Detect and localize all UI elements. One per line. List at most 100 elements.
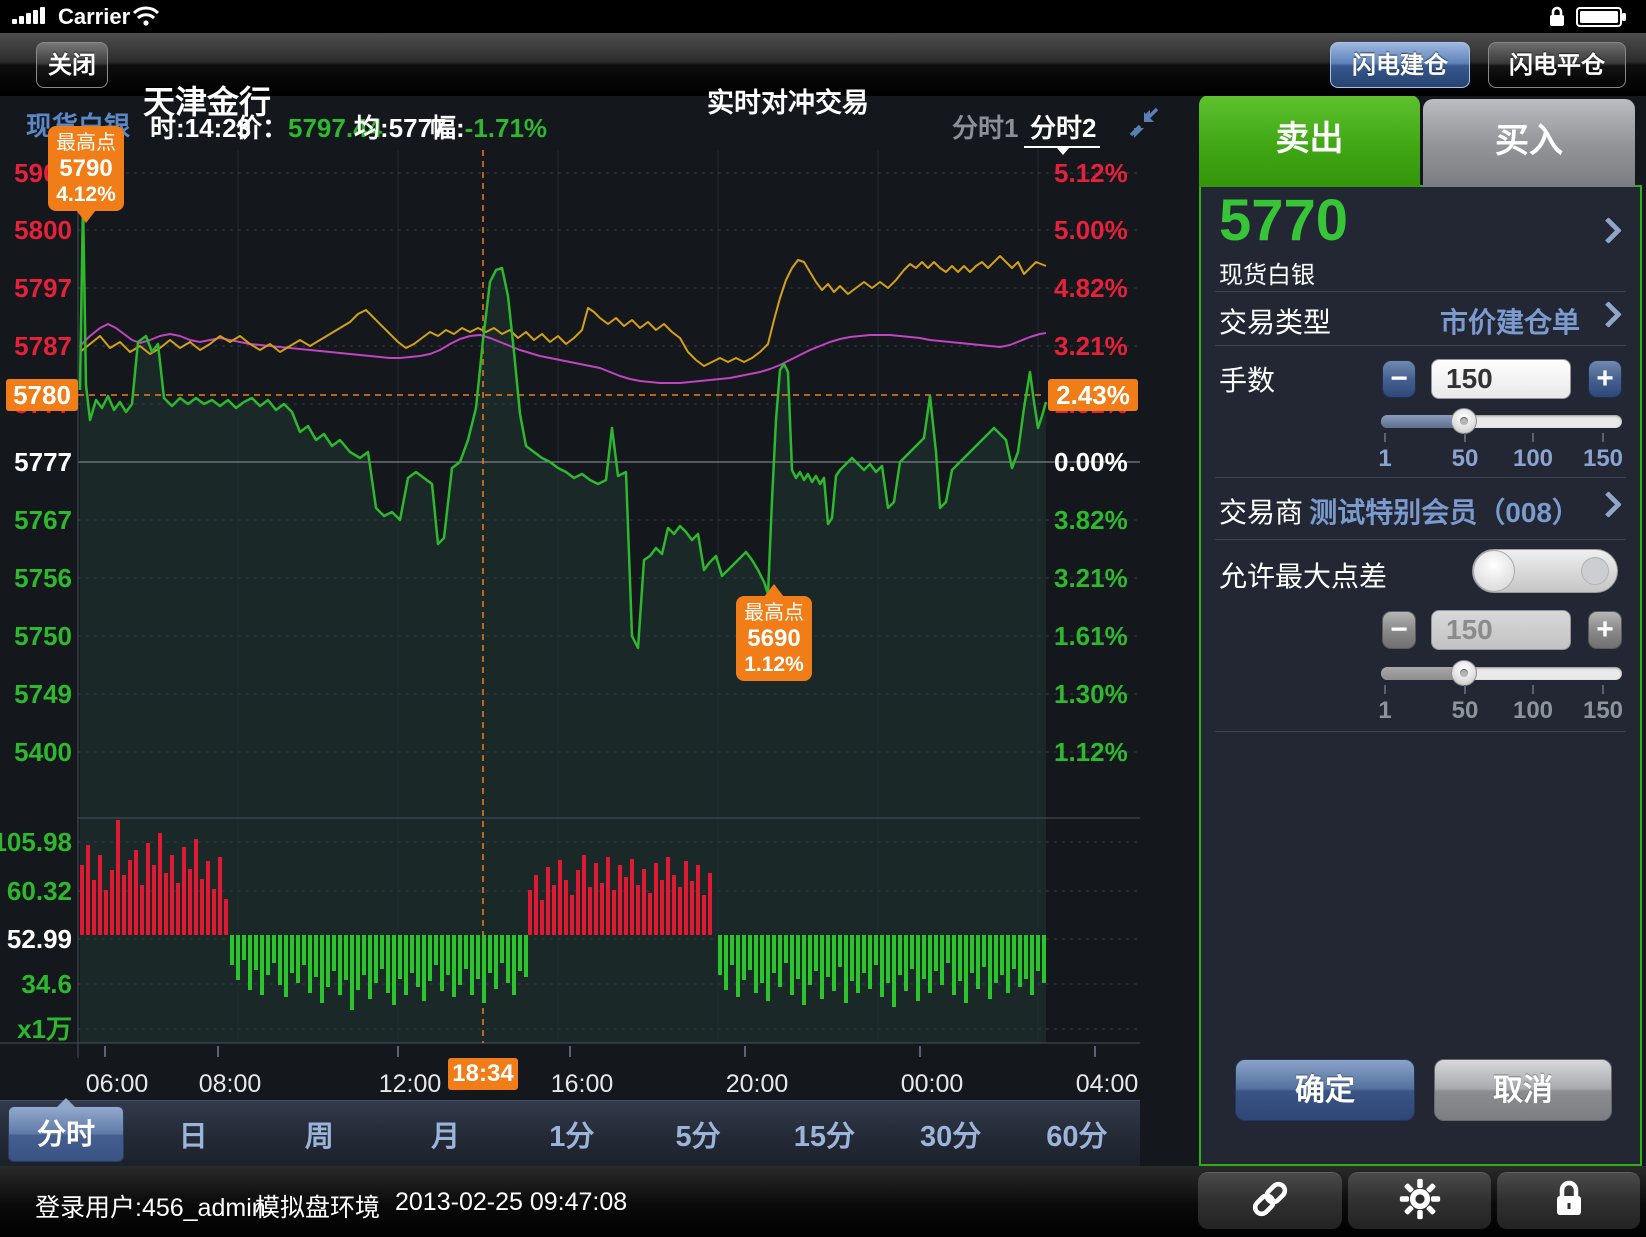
spread-minus-button[interactable]: − <box>1382 611 1416 649</box>
spread-slider-ticks: 150100150 <box>1381 685 1622 725</box>
flash-close-position-button[interactable]: 闪电平仓 <box>1488 42 1626 88</box>
quote-range: 幅:-1.71% <box>430 108 547 145</box>
carrier-label: Carrier <box>58 4 130 30</box>
quote-range-label: 幅: <box>430 113 465 143</box>
slider-tick-label: 50 <box>1452 445 1479 473</box>
current-price-badge: 5780 <box>6 379 78 411</box>
signal-bars-icon <box>12 8 52 26</box>
wifi-icon <box>133 5 159 32</box>
cancel-button[interactable]: 取消 <box>1434 1059 1612 1121</box>
spread-slider[interactable] <box>1381 667 1622 680</box>
lots-minus-button[interactable]: − <box>1382 360 1416 398</box>
footer-bar: 登录用户:456_admin 模拟盘环境 2013-02-25 09:47:08 <box>0 1166 1646 1237</box>
tab-buy[interactable]: 买入 <box>1423 99 1635 187</box>
slider-tick-label: 100 <box>1513 445 1553 473</box>
callout-percent: 4.12% <box>52 183 120 207</box>
callout-label: 最高点 <box>740 602 808 625</box>
tab-minute-chart-2[interactable]: 分时2 <box>1030 108 1096 145</box>
chevron-right-icon[interactable] <box>1595 217 1622 244</box>
period-tab-1分[interactable]: 1分 <box>509 1113 635 1155</box>
settings-button[interactable] <box>1348 1172 1491 1229</box>
divider <box>1215 731 1626 732</box>
low-point-callout: 最高点 5690 1.12% <box>736 596 812 681</box>
slider-tick <box>1532 433 1534 442</box>
svg-text:60.32: 60.32 <box>7 876 72 906</box>
page-title: 实时对冲交易 <box>688 81 888 120</box>
chevron-right-icon[interactable] <box>1595 491 1622 518</box>
period-tab-30分[interactable]: 30分 <box>888 1113 1014 1155</box>
spread-plus-button[interactable]: + <box>1588 611 1622 649</box>
slider-tick <box>1532 685 1534 694</box>
slider-knob[interactable] <box>1451 660 1477 686</box>
svg-text:5.12%: 5.12% <box>1054 158 1128 188</box>
svg-text:08:00: 08:00 <box>199 1070 262 1098</box>
trade-panel-body: 5770 现货白银 交易类型 市价建仓单 手数 − + 150100150 交易… <box>1199 185 1642 1166</box>
period-tab-月[interactable]: 月 <box>383 1113 509 1155</box>
toggle-dot <box>1581 557 1609 585</box>
tab-minute-chart-1[interactable]: 分时1 <box>952 108 1018 145</box>
datetime-label: 2013-02-25 09:47:08 <box>395 1188 627 1217</box>
svg-text:1.30%: 1.30% <box>1054 679 1128 709</box>
slider-tick-label: 1 <box>1378 445 1391 473</box>
logged-in-user: 登录用户:456_admin <box>35 1188 266 1224</box>
period-tab-周[interactable]: 周 <box>256 1113 382 1155</box>
max-spread-label: 允许最大点差 <box>1219 555 1387 595</box>
divider <box>1215 291 1626 292</box>
tab-sell[interactable]: 卖出 <box>1199 95 1420 187</box>
chevron-right-icon[interactable] <box>1595 301 1622 328</box>
broker-value[interactable]: 测试特别会员（008） <box>1309 491 1580 531</box>
order-instrument: 现货白银 <box>1219 255 1315 290</box>
divider <box>1215 345 1626 346</box>
period-tab-日[interactable]: 日 <box>130 1113 256 1155</box>
slider-tick-label: 150 <box>1583 445 1623 473</box>
toggle-knob[interactable] <box>1473 550 1515 592</box>
order-price: 5770 <box>1219 187 1348 254</box>
svg-text:5797: 5797 <box>14 273 72 303</box>
svg-text:x1万: x1万 <box>17 1014 72 1044</box>
svg-text:3.82%: 3.82% <box>1054 505 1128 535</box>
svg-text:5787: 5787 <box>14 331 72 361</box>
period-tab-5分[interactable]: 5分 <box>635 1113 761 1155</box>
period-tab-15分[interactable]: 15分 <box>761 1113 887 1155</box>
slider-tick <box>1464 685 1466 694</box>
active-tab-underline <box>1024 146 1100 148</box>
svg-text:4.82%: 4.82% <box>1054 273 1128 303</box>
lots-plus-button[interactable]: + <box>1588 360 1622 398</box>
app-title: 天津金行 <box>143 77 271 123</box>
period-tab-60分[interactable]: 60分 <box>1014 1113 1140 1155</box>
lock-icon <box>1548 6 1566 33</box>
svg-text:16:00: 16:00 <box>551 1070 614 1098</box>
slider-tick <box>1602 433 1604 442</box>
svg-text:3.21%: 3.21% <box>1054 563 1128 593</box>
slider-tick <box>1464 433 1466 442</box>
lots-slider[interactable] <box>1381 415 1622 428</box>
link-button[interactable] <box>1198 1172 1342 1229</box>
trade-panel: 5770 现货白银 交易类型 市价建仓单 手数 − + 150100150 交易… <box>1199 95 1642 1166</box>
trade-type-value[interactable]: 市价建仓单 <box>1440 301 1580 341</box>
close-button[interactable]: 关闭 <box>36 42 108 88</box>
slider-tick <box>1384 685 1386 694</box>
svg-text:00:00: 00:00 <box>901 1070 964 1098</box>
period-tab-分时[interactable]: 分时 <box>8 1106 124 1162</box>
collapse-arrows-icon[interactable] <box>1128 106 1160 143</box>
callout-label: 最高点 <box>52 132 120 155</box>
slider-tick-label: 50 <box>1452 697 1479 725</box>
lock-button[interactable] <box>1497 1172 1640 1229</box>
slider-tick-label: 100 <box>1513 697 1553 725</box>
svg-text:5777: 5777 <box>14 447 72 477</box>
divider <box>1215 539 1626 540</box>
spread-input[interactable] <box>1431 610 1571 650</box>
flash-open-position-button[interactable]: 闪电建仓 <box>1330 42 1470 88</box>
lots-label: 手数 <box>1219 359 1275 399</box>
callout-percent: 1.12% <box>740 653 808 677</box>
confirm-button[interactable]: 确定 <box>1235 1059 1415 1121</box>
high-point-callout: 最高点 5790 4.12% <box>48 126 124 211</box>
callout-value: 5690 <box>740 625 808 653</box>
max-spread-toggle[interactable] <box>1472 549 1618 593</box>
lots-input[interactable] <box>1431 359 1571 399</box>
lock-icon <box>1549 1177 1589 1226</box>
slider-knob[interactable] <box>1451 408 1477 434</box>
current-time-badge: 18:34 <box>448 1058 518 1090</box>
svg-text:0.00%: 0.00% <box>1054 447 1128 477</box>
svg-text:5800: 5800 <box>14 215 72 245</box>
